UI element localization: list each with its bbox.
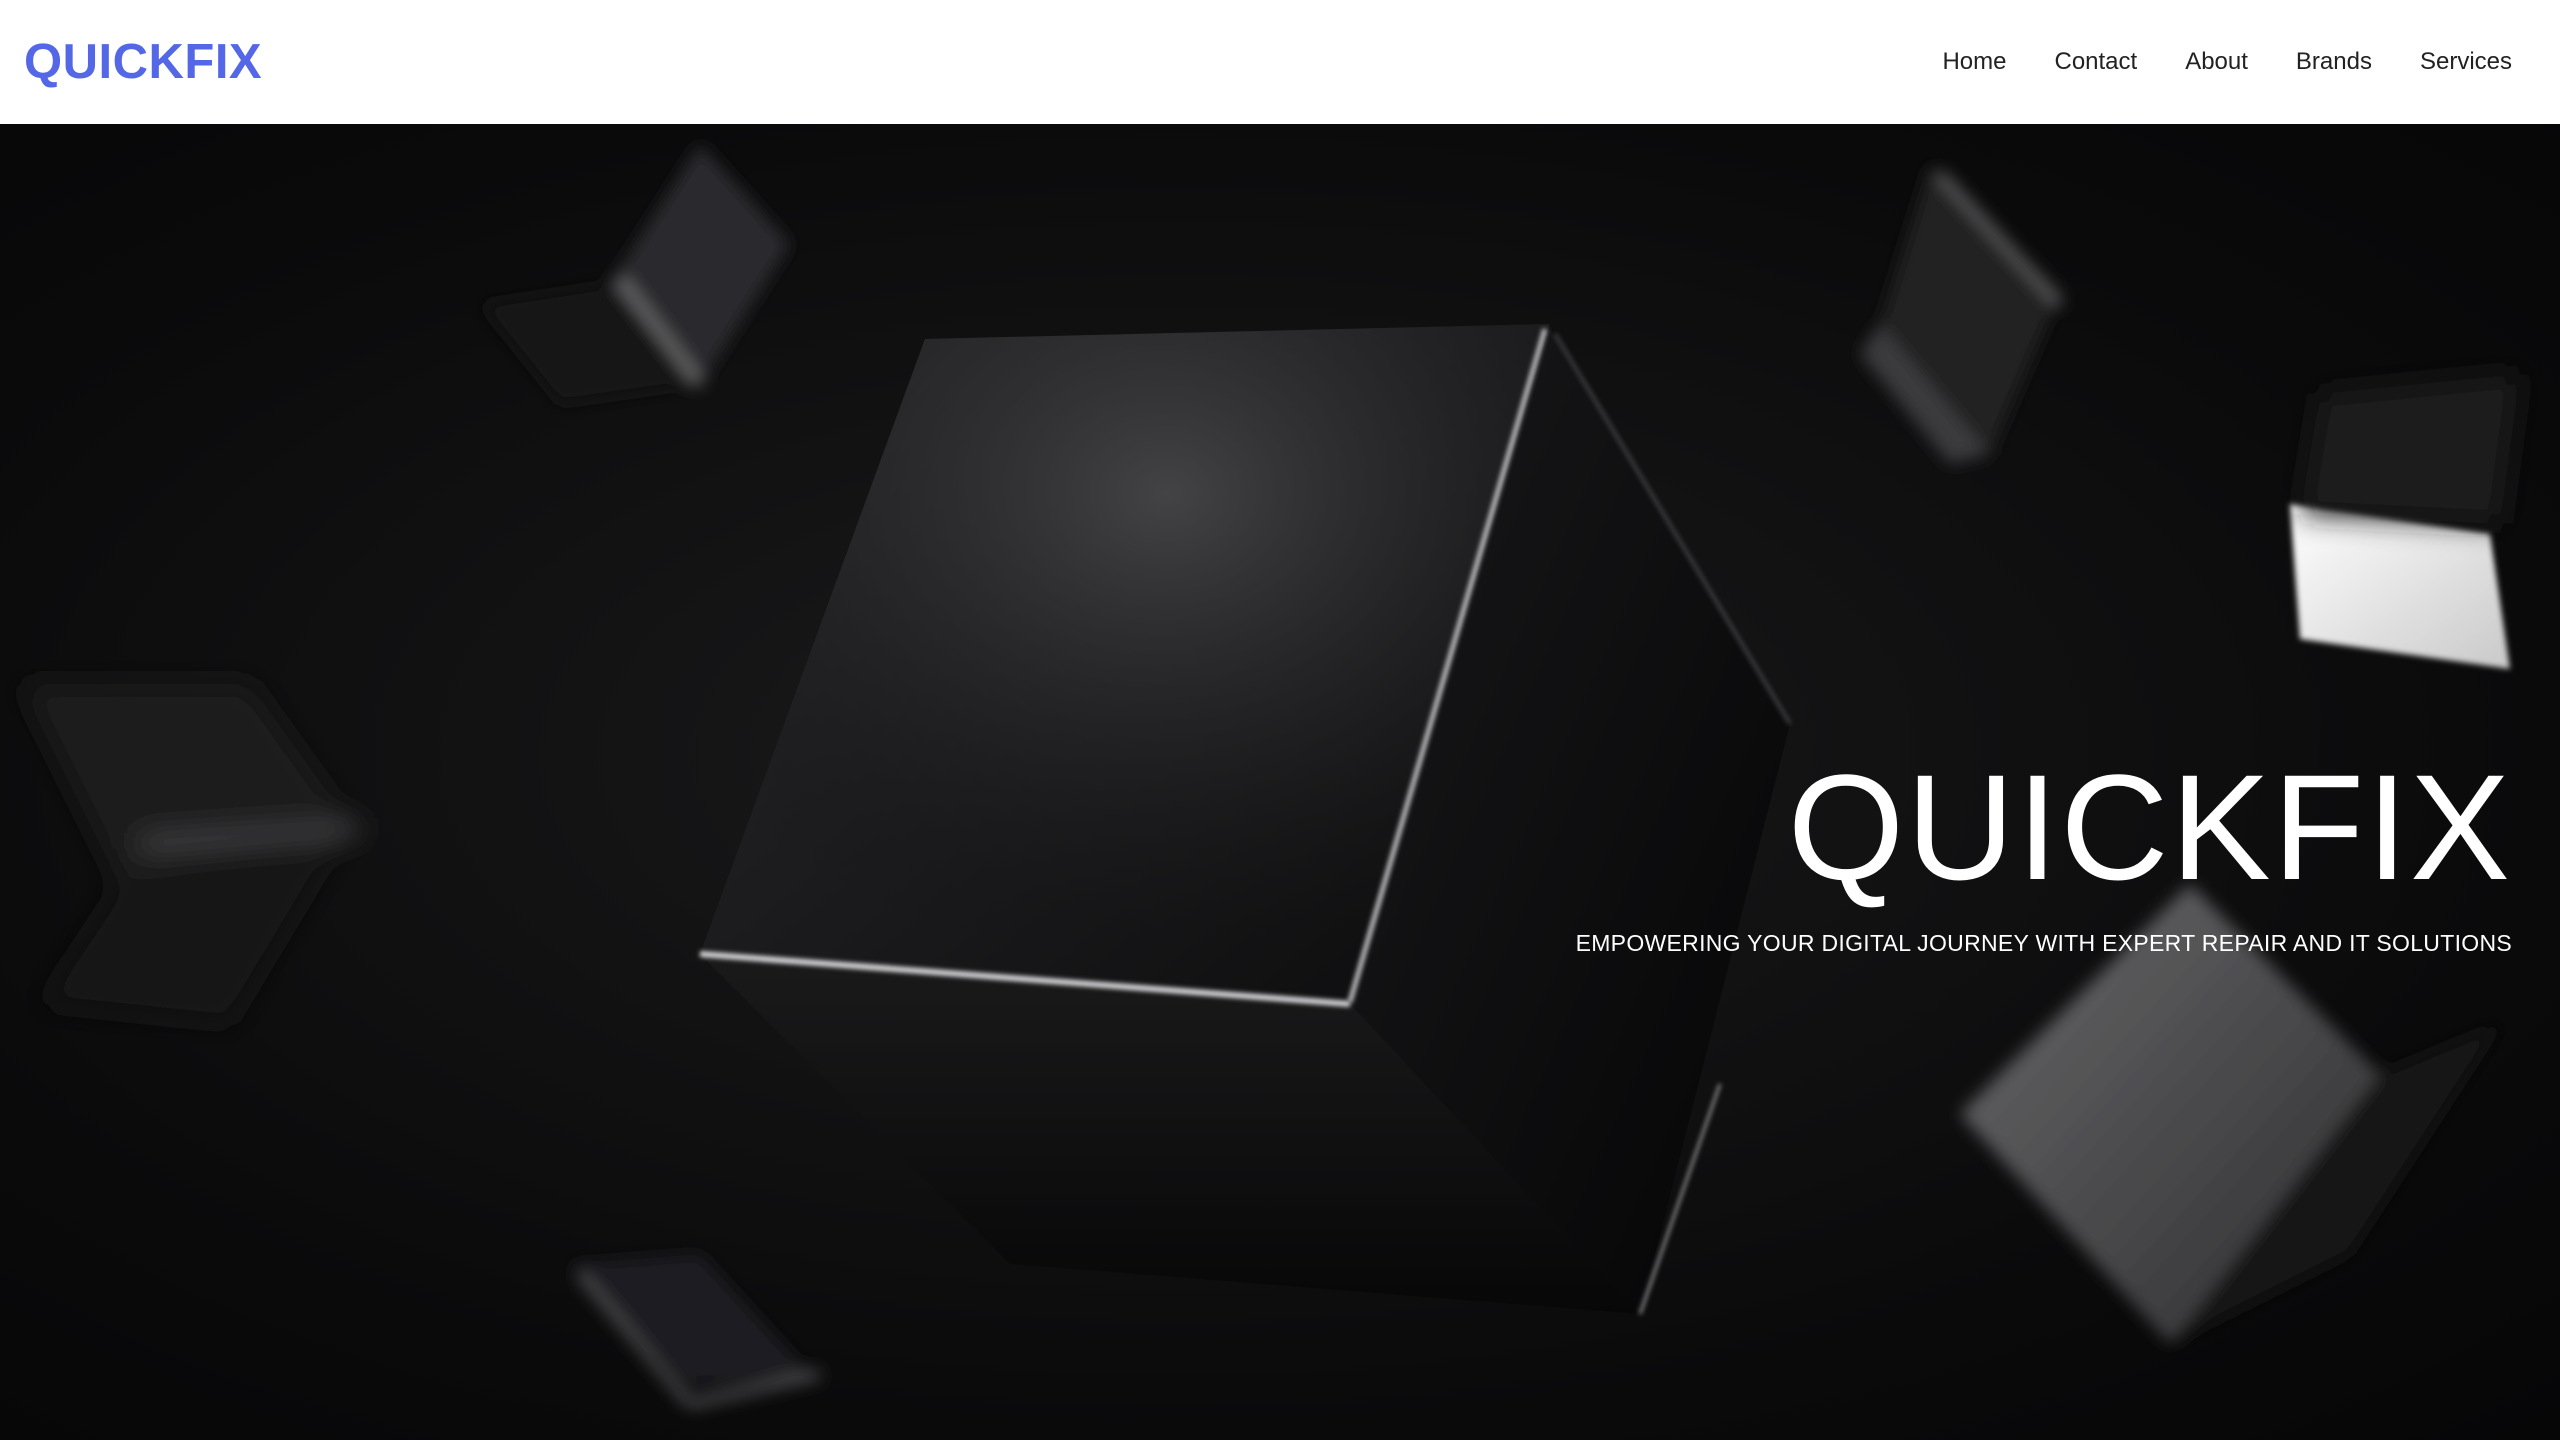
nav-item-services: Services xyxy=(2420,48,2512,76)
nav-link-services[interactable]: Services xyxy=(2420,48,2512,75)
bg-cube-bright xyxy=(2290,504,2510,669)
nav-link-about[interactable]: About xyxy=(2185,48,2248,75)
bg-cube-top-left xyxy=(480,144,790,404)
nav-link-brands[interactable]: Brands xyxy=(2296,48,2372,75)
bg-cube-bottom-left xyxy=(570,1254,822,1409)
nav-menu: Home Contact About Brands Services xyxy=(1942,48,2512,76)
nav-item-brands: Brands xyxy=(2296,48,2372,76)
bg-cube-left xyxy=(20,684,361,1024)
bg-cube-top-right xyxy=(1860,164,2064,464)
nav-item-home: Home xyxy=(1942,48,2006,76)
nav-link-contact[interactable]: Contact xyxy=(2054,48,2137,75)
brand-logo[interactable]: QUICKFIX xyxy=(24,34,262,90)
hero-text-block: QUICKFIX EMPOWERING YOUR DIGITAL JOURNEY… xyxy=(1576,752,2512,957)
hero-subtitle: EMPOWERING YOUR DIGITAL JOURNEY WITH EXP… xyxy=(1575,930,2512,956)
hero-title: QUICKFIX xyxy=(1787,743,2512,911)
nav-item-contact: Contact xyxy=(2054,48,2137,76)
hero-section: QUICKFIX EMPOWERING YOUR DIGITAL JOURNEY… xyxy=(0,124,2560,1440)
top-navbar: QUICKFIX Home Contact About Brands Servi… xyxy=(0,0,2560,124)
nav-item-about: About xyxy=(2185,48,2248,76)
nav-link-home[interactable]: Home xyxy=(1942,48,2006,75)
